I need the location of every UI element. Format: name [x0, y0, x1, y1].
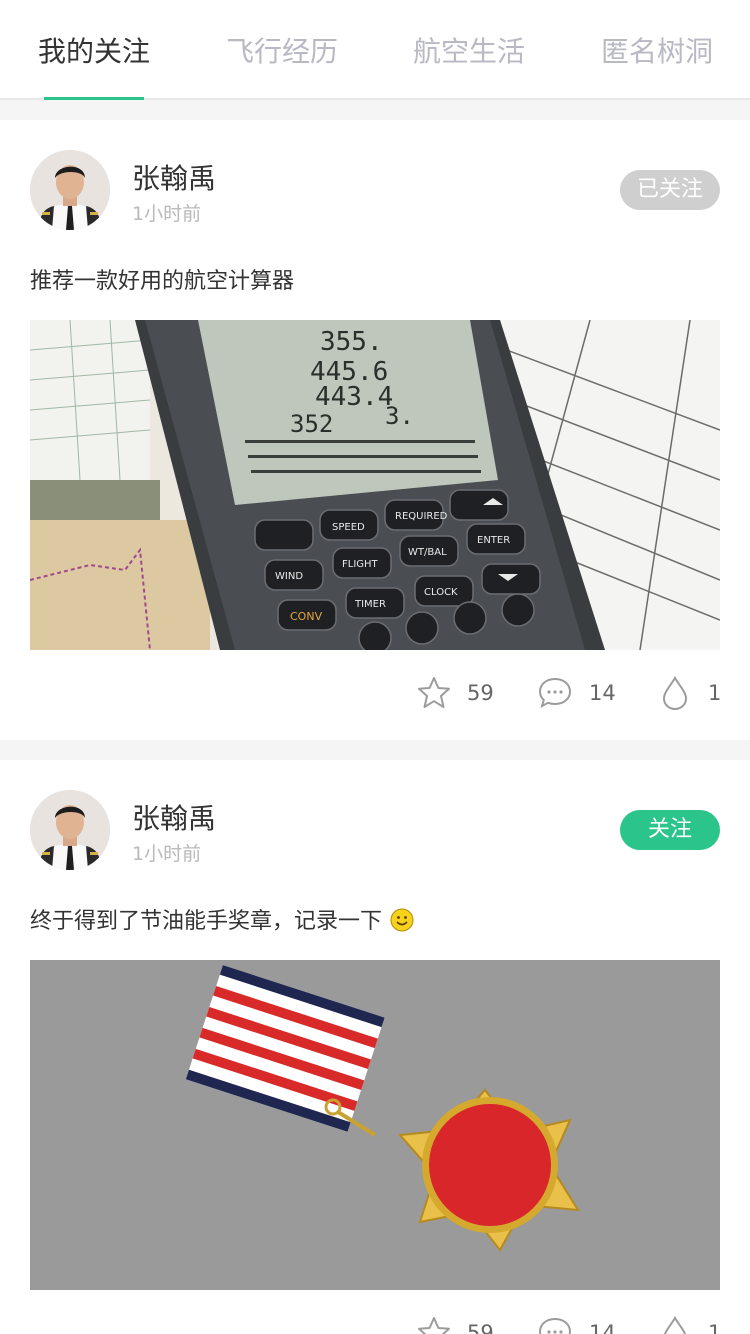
svg-text:3.: 3. [385, 402, 414, 430]
like-count: 59 [467, 681, 494, 705]
comment-icon[interactable] [537, 675, 573, 711]
comment-count: 14 [589, 1321, 616, 1334]
svg-text:CLOCK: CLOCK [424, 587, 458, 598]
post-text-content: 终于得到了节油能手奖章，记录一下 [30, 909, 383, 934]
drop-icon[interactable] [657, 675, 693, 711]
post-text: 推荐一款好用的航空计算器 [30, 269, 295, 294]
tab-aviation-life[interactable]: 航空生活 [413, 30, 525, 74]
smiley-icon [390, 908, 414, 932]
feed-post: 张翰禹 1小时前 已关注 推荐一款好用的航空计算器 355. 445.6 443… [0, 120, 750, 740]
medal-photo[interactable] [30, 960, 720, 1290]
tab-my-follows[interactable]: 我的关注 [38, 30, 150, 74]
svg-text:355.: 355. [320, 327, 383, 357]
follow-button[interactable]: 关注 [620, 810, 720, 850]
avatar[interactable] [30, 790, 110, 870]
author-name[interactable]: 张翰禹 [132, 802, 216, 836]
tab-anonymous-treehole[interactable]: 匿名树洞 [601, 30, 713, 74]
drop-count: 1 [708, 1321, 722, 1334]
active-tab-indicator [44, 97, 144, 100]
svg-text:FLIGHT: FLIGHT [342, 559, 379, 570]
tab-bar: 我的关注 飞行经历 航空生活 匿名树洞 [0, 0, 750, 100]
avatar[interactable] [30, 150, 110, 230]
svg-text:CONV: CONV [290, 610, 323, 623]
post-time: 1小时前 [132, 843, 202, 865]
post-time: 1小时前 [132, 203, 202, 225]
comment-count: 14 [589, 681, 616, 705]
drop-count: 1 [708, 681, 722, 705]
comment-icon[interactable] [537, 1315, 573, 1334]
author-name[interactable]: 张翰禹 [132, 162, 216, 196]
svg-text:443.4: 443.4 [315, 382, 393, 412]
post-actions: 59 14 1 [0, 1315, 750, 1334]
svg-text:352: 352 [290, 410, 333, 438]
star-icon[interactable] [416, 675, 452, 711]
tab-flight-experience[interactable]: 飞行经历 [226, 30, 338, 74]
feed-post: 张翰禹 1小时前 关注 终于得到了节油能手奖章，记录一下 59 14 1 [0, 760, 750, 1334]
drop-icon[interactable] [657, 1315, 693, 1334]
svg-text:TIMER: TIMER [354, 599, 386, 610]
svg-text:WT/BAL: WT/BAL [408, 547, 447, 558]
like-count: 59 [467, 1321, 494, 1334]
svg-text:REQUIRED: REQUIRED [395, 511, 448, 522]
flight-calculator-photo[interactable]: 355. 445.6 443.4 352 3. SPEED REQUIRED W… [30, 320, 720, 650]
svg-text:WIND: WIND [275, 571, 303, 582]
svg-text:ENTER: ENTER [477, 535, 510, 546]
star-icon[interactable] [416, 1315, 452, 1334]
followed-button[interactable]: 已关注 [620, 170, 720, 210]
svg-text:SPEED: SPEED [332, 522, 365, 533]
post-text: 终于得到了节油能手奖章，记录一下 [30, 906, 414, 938]
post-actions: 59 14 1 [0, 675, 750, 715]
